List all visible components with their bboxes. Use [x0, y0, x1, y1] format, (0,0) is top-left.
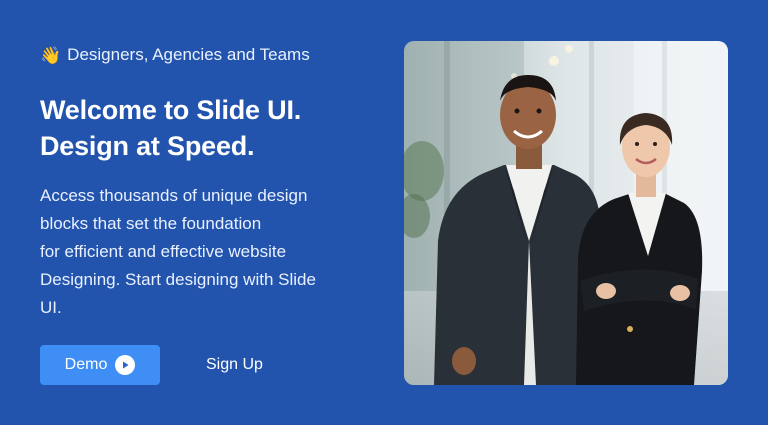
demo-button-label: Demo [64, 356, 108, 373]
waving-hand-icon: 👋 [40, 45, 62, 65]
demo-button[interactable]: Demo [40, 345, 160, 385]
hero-title-line: Welcome to Slide UI. [40, 95, 302, 125]
description-line: UI. [40, 298, 62, 317]
description-line: blocks that set the foundation [40, 214, 262, 233]
description-line: Access thousands of unique design [40, 186, 308, 205]
eyebrow: 👋 Designers, Agencies and Teams [40, 40, 370, 70]
hero-section: 👋 Designers, Agencies and Teams Welcome … [0, 0, 768, 425]
hero-description: Access thousands of unique design blocks… [40, 182, 370, 322]
hero-title: Welcome to Slide UI. Design at Speed. [40, 92, 370, 164]
description-line: Designing. Start designing with Slide [40, 270, 316, 289]
sign-up-link[interactable]: Sign Up [206, 345, 263, 385]
hero-photo [404, 41, 728, 385]
hero-title-line: Design at Speed. [40, 131, 255, 161]
hero-actions: Demo Sign Up [40, 345, 263, 385]
business-people-illustration [404, 41, 728, 385]
play-circle-icon [115, 355, 136, 375]
hero-content: 👋 Designers, Agencies and Teams Welcome … [40, 40, 370, 322]
description-line: for efficient and effective website [40, 242, 287, 261]
eyebrow-text: Designers, Agencies and Teams [67, 45, 310, 64]
